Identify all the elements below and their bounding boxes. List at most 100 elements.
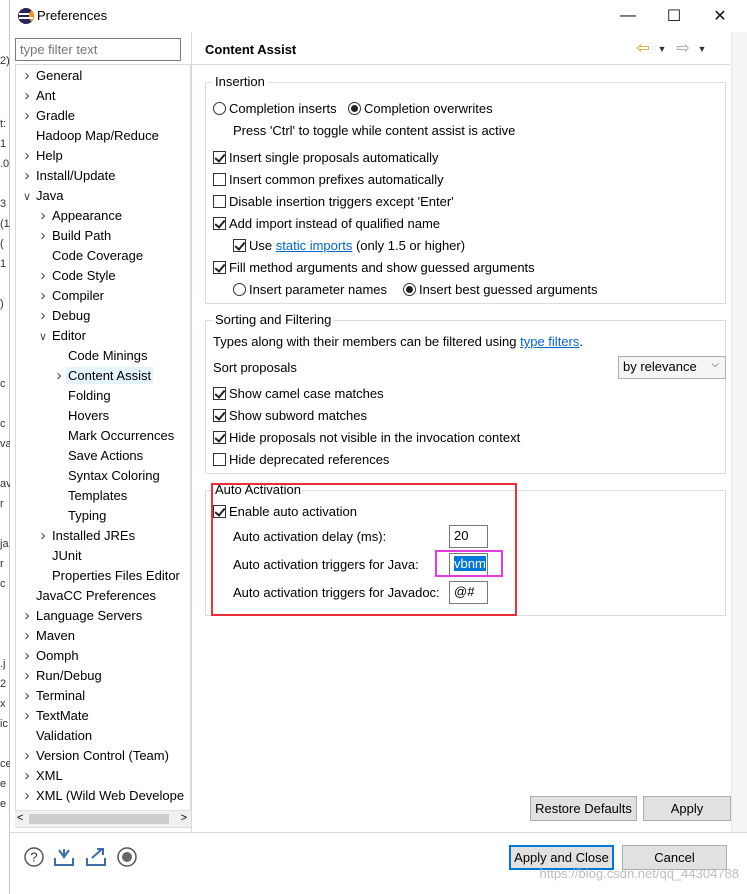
tree-item[interactable]: ∨ Java [20,186,65,206]
minimize-button[interactable]: — [605,0,651,32]
chevron-right-icon[interactable]: › [20,746,34,766]
tree-item[interactable]: Code Coverage [36,246,145,266]
chevron-right-icon[interactable]: › [20,766,34,786]
tree-item[interactable]: › Installed JREs [36,526,137,546]
chevron-right-icon[interactable]: › [36,306,50,326]
chevron-right-icon[interactable]: › [36,206,50,226]
subword-checkbox[interactable] [213,409,226,422]
forward-arrow-icon[interactable]: ⇨ [673,40,693,58]
back-arrow-icon[interactable]: ⇦ [633,40,653,58]
insert-best-guessed-label[interactable]: Insert best guessed arguments [419,282,598,297]
maximize-button[interactable]: ☐ [651,0,697,32]
export-icon[interactable] [85,846,107,868]
chevron-right-icon[interactable]: › [36,526,50,546]
chevron-right-icon[interactable]: › [36,266,50,286]
chevron-right-icon[interactable]: › [20,666,34,686]
insert-common-checkbox[interactable] [213,173,226,186]
tree-item[interactable]: Typing [52,506,108,526]
scrollbar-thumb[interactable] [29,814,169,824]
tree-item[interactable]: Code Minings [52,346,150,366]
tree-item[interactable]: JavaCC Preferences [20,586,158,606]
completion-overwrites-label[interactable]: Completion overwrites [364,101,493,116]
disable-triggers-checkbox[interactable] [213,195,226,208]
insert-single-checkbox[interactable] [213,151,226,164]
tree-item[interactable]: › Run/Debug [20,666,104,686]
tree-item[interactable]: › Version Control (Team) [20,746,171,766]
sort-proposals-dropdown[interactable]: by relevance ⌵ [618,356,726,379]
close-button[interactable]: ✕ [697,0,743,32]
tree-horizontal-scrollbar[interactable]: < > [15,810,191,827]
filter-input[interactable] [15,38,181,61]
back-dropdown-icon[interactable]: ▼ [656,40,668,58]
tree-item[interactable]: Properties Files Editor [36,566,182,586]
scroll-right-icon[interactable]: > [181,812,187,824]
subword-label[interactable]: Show subword matches [229,408,367,423]
chevron-right-icon[interactable]: › [20,786,34,806]
chevron-right-icon[interactable]: › [20,646,34,666]
chevron-right-icon[interactable]: › [36,286,50,306]
insert-single-label[interactable]: Insert single proposals automatically [229,150,439,165]
chevron-down-icon[interactable]: ∨ [20,187,34,207]
chevron-right-icon[interactable]: › [20,166,34,186]
apply-button[interactable]: Apply [643,796,731,821]
chevron-right-icon[interactable]: › [20,146,34,166]
insert-best-guessed-radio[interactable] [403,283,416,296]
import-icon[interactable] [53,846,75,868]
tree-item[interactable]: › Debug [36,306,92,326]
static-imports-link[interactable]: static imports [276,238,353,253]
hide-not-visible-label[interactable]: Hide proposals not visible in the invoca… [229,430,520,445]
tree-item[interactable]: › XML (Wild Web Develope [20,786,186,806]
vertical-scrollbar[interactable] [731,32,747,832]
add-import-label[interactable]: Add import instead of qualified name [229,216,440,231]
tree-item[interactable]: › XML [20,766,65,786]
tree-item[interactable]: › Compiler [36,286,106,306]
insert-param-names-radio[interactable] [233,283,246,296]
chevron-down-icon[interactable]: ∨ [36,327,50,347]
tree-item[interactable]: › Code Style [36,266,118,286]
type-filters-link[interactable]: type filters [520,334,579,349]
use-static-imports-label[interactable]: Use static imports (only 1.5 or higher) [249,238,465,253]
tree-item[interactable]: ∨ Editor [36,326,88,346]
hide-deprecated-checkbox[interactable] [213,453,226,466]
tree-item[interactable]: › Language Servers [20,606,144,626]
tree-item[interactable]: › Appearance [36,206,124,226]
chevron-right-icon[interactable]: › [20,686,34,706]
tree-item[interactable]: › Oomph [20,646,81,666]
chevron-right-icon[interactable]: › [20,66,34,86]
insert-common-label[interactable]: Insert common prefixes automatically [229,172,444,187]
tree-item[interactable]: Save Actions [52,446,145,466]
camel-case-label[interactable]: Show camel case matches [229,386,384,401]
sash-divider[interactable] [191,32,192,832]
preferences-tree[interactable]: › General › Ant › Gradle Hadoop Map/Reduce › Hel… [15,64,191,828]
tree-item[interactable]: Mark Occurrences [52,426,176,446]
chevron-right-icon[interactable]: › [20,106,34,126]
hide-deprecated-label[interactable]: Hide deprecated references [229,452,389,467]
chevron-right-icon[interactable]: › [20,626,34,646]
chevron-right-icon[interactable]: › [20,606,34,626]
tree-item[interactable]: Hovers [52,406,111,426]
tree-item[interactable]: JUnit [36,546,84,566]
tree-item[interactable]: Hadoop Map/Reduce [20,126,161,146]
insert-param-names-label[interactable]: Insert parameter names [249,282,387,297]
tree-item[interactable]: › Ant [20,86,58,106]
chevron-right-icon[interactable]: › [20,706,34,726]
completion-overwrites-radio[interactable] [348,102,361,115]
tree-item[interactable]: › TextMate [20,706,91,726]
forward-dropdown-icon[interactable]: ▼ [696,40,708,58]
fill-method-label[interactable]: Fill method arguments and show guessed a… [229,260,535,275]
fill-method-checkbox[interactable] [213,261,226,274]
completion-inserts-label[interactable]: Completion inserts [229,101,337,116]
tree-item[interactable]: Validation [20,726,94,746]
tree-item[interactable]: › Help [20,146,65,166]
tree-item[interactable]: › Terminal [20,686,87,706]
completion-inserts-radio[interactable] [213,102,226,115]
tree-item[interactable]: › General [20,66,84,86]
restore-defaults-button[interactable]: Restore Defaults [530,796,637,821]
chevron-right-icon[interactable]: › [20,86,34,106]
record-icon[interactable] [116,846,138,868]
scroll-left-icon[interactable]: < [17,812,23,824]
chevron-right-icon[interactable]: › [52,366,66,386]
disable-triggers-label[interactable]: Disable insertion triggers except 'Enter… [229,194,454,209]
chevron-right-icon[interactable]: › [36,226,50,246]
tree-item[interactable]: Templates [52,486,129,506]
